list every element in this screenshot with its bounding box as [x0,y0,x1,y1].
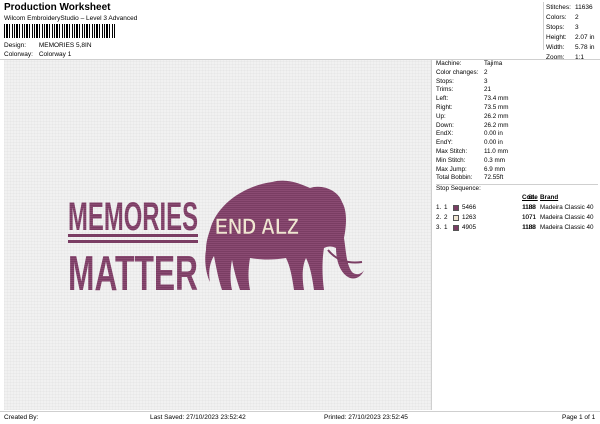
footer: Created By: Last Saved: 27/10/2023 23:52… [0,411,600,424]
info-row: Down: 26.2 mm [436,121,509,129]
info-row: Color changes: 2 [436,68,488,76]
color-swatch [453,215,459,221]
software-label: Wilcom EmbroideryStudio – Level 3 Advanc… [4,15,138,22]
memories-text: MEMORIES [68,195,198,239]
design-row: Design: MEMORIES 5,8IN [4,42,92,49]
stats-row: Stops: 3 [546,24,579,31]
info-row: Right: 73.5 mm [436,103,509,111]
table-row: 1. 1 5466 1188 1188 Madeira Classic 40 [436,204,594,211]
info-row: Stops: 3 [436,77,488,85]
worksheet-page: Production Worksheet Wilcom EmbroiderySt… [0,0,600,424]
info-row: Machine: Tajima [436,60,503,67]
stats-row: Width: 5.78 in [546,44,595,51]
col-brand: Brand [540,194,559,201]
colorway-row: Colorway: Colorway 1 [4,51,71,58]
divider-bar [68,234,198,237]
end-alz-text: END ALZ [215,214,299,239]
page-number: Page 1 of 1 [562,414,596,421]
colorway-label: Colorway: [4,51,33,58]
info-row: EndX: 0.00 in [436,130,503,138]
stats-row: Stitches: 11636 [546,4,593,11]
info-row: Trims: 21 [436,86,492,94]
table-header: St. Code Brand [436,193,598,203]
col-code: Code [522,194,538,201]
table-row: 2. 2 1263 1071 1071 Madeira Classic 40 [436,214,594,221]
colorway-value: Colorway 1 [38,51,72,58]
embroidery-design: MEMORIES MATTER END ALZ [68,180,364,301]
divider-bar [68,240,198,243]
created-by: Created By: [4,414,39,421]
design-preview: MEMORIES MATTER END ALZ [4,60,432,410]
table-row: 3. 1 4905 1188 1188 Madeira Classic 40 [436,224,594,231]
stats-panel: Stitches: 11636 Colors: 2 Stops: 3 Height: 2… [546,3,598,63]
color-swatch [453,205,459,211]
printed-date: Printed: 27/10/2023 23:52:45 [324,414,408,421]
stats-row: Colors: 2 [546,14,579,21]
info-row: Up: 26.2 mm [436,112,509,120]
info-row: EndY: 0.00 in [436,139,503,147]
info-row: Min Stitch: 0.3 mm [436,156,505,164]
design-value: MEMORIES 5,8IN [38,42,92,49]
info-row: Left: 73.4 mm [436,95,509,103]
design-label: Design: [4,42,27,49]
last-saved: Last Saved: 27/10/2023 23:52:42 [150,414,246,421]
machine-info-panel: Machine: Tajima Color changes: 2 Stops: 3 T… [436,60,598,194]
page-title: Production Worksheet [4,2,111,13]
barcode [4,24,116,38]
color-swatch [453,225,459,231]
info-row: Total Bobbin: 72.55ft [436,174,504,182]
stats-row: Height: 2.07 in [546,34,595,41]
info-row: Max Stitch: 11.0 mm [436,147,509,155]
stop-sequence-table: St. Code Brand 1. 1 5466 1188 1188 Madei… [436,193,598,233]
info-row: Max Jump: 6.9 mm [436,165,505,173]
matter-text: MATTER [68,247,198,301]
